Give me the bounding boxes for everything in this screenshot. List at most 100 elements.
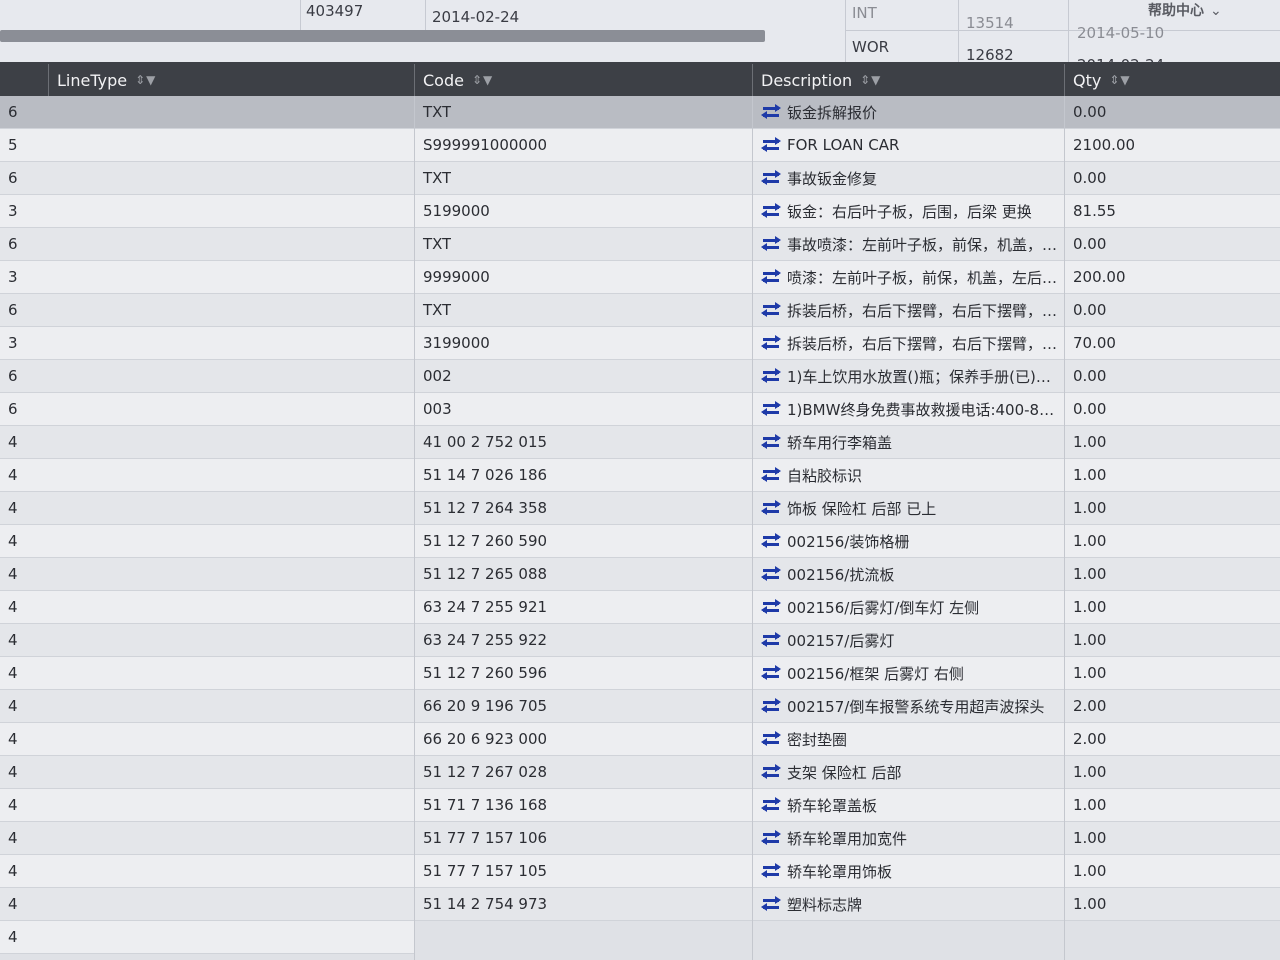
table-row[interactable]: 002157/后雾灯 [753,624,1065,657]
swap-arrows-icon[interactable] [761,632,781,647]
table-row[interactable]: 6 [0,228,414,261]
help-center-link[interactable]: 帮助中心 ⌄ [1148,0,1222,20]
table-row[interactable]: 1.00 [1065,459,1280,492]
swap-arrows-icon[interactable] [761,863,781,878]
table-row[interactable]: 0.00 [1065,162,1280,195]
table-row[interactable]: 事故喷漆：左前叶子板，前保，机盖，… [753,228,1065,261]
table-row[interactable]: 002156/框架 后雾灯 右侧 [753,657,1065,690]
table-row[interactable]: 002156/后雾灯/倒车灯 左侧 [753,591,1065,624]
sort-filter-icon[interactable]: ⇕▼ [135,73,156,87]
table-row[interactable]: 事故钣金修复 [753,162,1065,195]
header-qty[interactable]: Qty ⇕▼ [1064,64,1280,96]
horizontal-scrollbar[interactable] [0,30,765,42]
table-row[interactable]: 4 [0,756,414,789]
table-row[interactable]: 1)BMW终身免费事故救援电话:400-81… [753,393,1065,426]
table-row[interactable]: 4 [0,525,414,558]
swap-arrows-icon[interactable] [761,203,781,218]
table-row[interactable]: 6 [0,162,414,195]
table-row[interactable]: 3 [0,261,414,294]
table-row[interactable]: 0.00 [1065,393,1280,426]
table-row[interactable]: 4 [0,426,414,459]
table-row[interactable]: 4 [0,558,414,591]
table-row[interactable]: 4 [0,492,414,525]
swap-arrows-icon[interactable] [761,533,781,548]
table-row[interactable]: 63 24 7 255 922 [415,624,753,657]
swap-arrows-icon[interactable] [761,434,781,449]
sort-filter-icon[interactable]: ⇕▼ [1109,73,1130,87]
table-row[interactable]: 81.55 [1065,195,1280,228]
table-row[interactable]: 4 [0,591,414,624]
table-row[interactable]: FOR LOAN CAR [753,129,1065,162]
swap-arrows-icon[interactable] [761,896,781,911]
table-row[interactable]: 1)车上饮用水放置()瓶；保养手册(已)盖… [753,360,1065,393]
table-row[interactable]: 4 [0,888,414,921]
table-row[interactable]: 1.00 [1065,789,1280,822]
table-row[interactable]: 1.00 [1065,855,1280,888]
table-row[interactable]: 轿车轮罩用饰板 [753,855,1065,888]
swap-arrows-icon[interactable] [761,137,781,152]
swap-arrows-icon[interactable] [761,269,781,284]
table-row[interactable]: 2.00 [1065,723,1280,756]
swap-arrows-icon[interactable] [761,731,781,746]
header-code[interactable]: Code ⇕▼ [414,64,752,96]
table-row[interactable]: 51 12 7 260 590 [415,525,753,558]
table-row[interactable]: 4 [0,855,414,888]
table-row[interactable]: 喷漆：左前叶子板，前保，机盖，左后… [753,261,1065,294]
table-row[interactable]: 51 14 7 026 186 [415,459,753,492]
table-row[interactable]: 51 14 2 754 973 [415,888,753,921]
table-row[interactable]: 6 [0,294,414,327]
header-linetype[interactable]: LineType ⇕▼ [48,64,414,96]
swap-arrows-icon[interactable] [761,500,781,515]
table-row[interactable]: 钣金拆解报价 [753,96,1065,129]
swap-arrows-icon[interactable] [761,599,781,614]
table-row[interactable]: 自粘胶标识 [753,459,1065,492]
table-row[interactable]: 200.00 [1065,261,1280,294]
swap-arrows-icon[interactable] [761,830,781,845]
header-description[interactable]: Description ⇕▼ [752,64,1064,96]
table-row[interactable]: 4 [0,921,414,954]
table-row[interactable]: 2100.00 [1065,129,1280,162]
table-row[interactable]: 51 71 7 136 168 [415,789,753,822]
table-row[interactable]: 拆装后桥，右后下摆臂，右后下摆臂，… [753,327,1065,360]
table-row[interactable]: 0.00 [1065,360,1280,393]
swap-arrows-icon[interactable] [761,698,781,713]
swap-arrows-icon[interactable] [761,335,781,350]
swap-arrows-icon[interactable] [761,236,781,251]
table-row[interactable]: 3199000 [415,327,753,360]
table-row[interactable]: 1.00 [1065,591,1280,624]
table-row[interactable]: 66 20 6 923 000 [415,723,753,756]
table-row[interactable]: 51 77 7 157 106 [415,822,753,855]
table-row[interactable]: 0.00 [1065,294,1280,327]
table-row[interactable]: 4 [0,624,414,657]
table-row[interactable]: 51 12 7 260 596 [415,657,753,690]
table-row[interactable]: 51 12 7 264 358 [415,492,753,525]
table-row[interactable]: S999991000000 [415,129,753,162]
table-row[interactable]: 6 [0,393,414,426]
swap-arrows-icon[interactable] [761,665,781,680]
table-row[interactable]: 4 [0,789,414,822]
table-row[interactable]: 4 [0,690,414,723]
sort-filter-icon[interactable]: ⇕▼ [472,73,493,87]
swap-arrows-icon[interactable] [761,401,781,416]
table-row[interactable]: 轿车用行李箱盖 [753,426,1065,459]
swap-arrows-icon[interactable] [761,764,781,779]
swap-arrows-icon[interactable] [761,170,781,185]
table-row[interactable]: 41 00 2 752 015 [415,426,753,459]
table-row[interactable]: 2.00 [1065,690,1280,723]
table-row[interactable]: 003 [415,393,753,426]
table-row[interactable]: 1.00 [1065,756,1280,789]
table-row[interactable]: 9999000 [415,261,753,294]
table-row[interactable]: 6 [0,96,414,129]
table-row[interactable]: 51 77 7 157 105 [415,855,753,888]
table-row[interactable]: 70.00 [1065,327,1280,360]
table-row[interactable]: 4 [0,723,414,756]
table-row[interactable]: 轿车轮罩盖板 [753,789,1065,822]
swap-arrows-icon[interactable] [761,797,781,812]
table-row[interactable]: 3 [0,327,414,360]
table-row[interactable]: 1.00 [1065,657,1280,690]
swap-arrows-icon[interactable] [761,368,781,383]
table-row[interactable]: TXT [415,96,753,129]
table-row[interactable]: 塑料标志牌 [753,888,1065,921]
table-row[interactable]: 1.00 [1065,426,1280,459]
table-row[interactable]: 4 [0,657,414,690]
